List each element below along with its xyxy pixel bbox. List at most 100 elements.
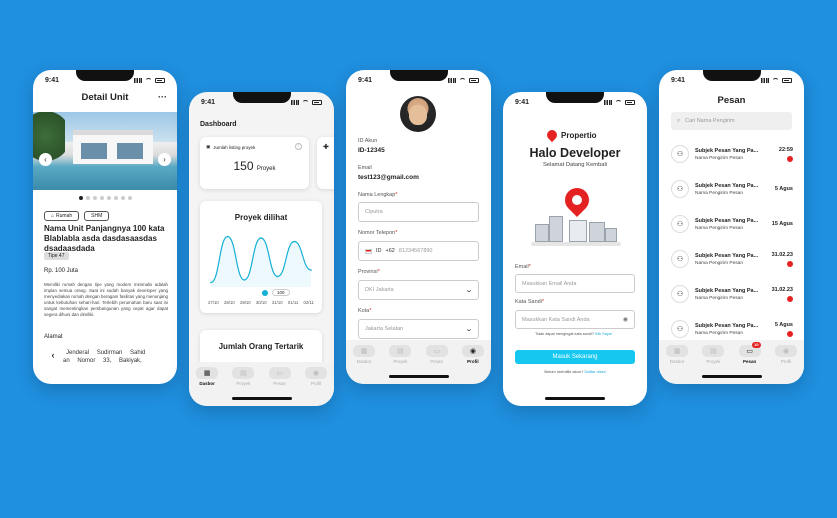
nav-pesan[interactable]: ▭ Pesan xyxy=(425,345,449,384)
message-subject: Subjek Pesan Yang Pa... xyxy=(695,252,759,259)
nav-profil[interactable]: ◉ Profil xyxy=(304,367,328,406)
battery-icon xyxy=(469,77,479,83)
wifi-icon xyxy=(302,99,309,105)
carousel-dot[interactable] xyxy=(127,196,132,200)
signal-icon xyxy=(761,77,769,83)
phone-detail-unit: 9:41 Detail Unit ··· ‹ › ⌂ Rumah SHM Nama… xyxy=(33,70,177,384)
phone-country[interactable]: ID xyxy=(376,248,382,254)
unit-price: Rp. 100 Juta xyxy=(44,268,79,274)
data-point xyxy=(210,281,212,284)
message-item[interactable]: ⚇ Subjek Pesan Yang Pa... Nama Pengirim Pe… xyxy=(671,282,793,306)
email-label: Email* xyxy=(515,264,531,270)
listing-card[interactable]: ▣ Jumlah listing proyek i 150 Proyek xyxy=(200,137,309,189)
message-item[interactable]: ⚇ Subjek Pesan Yang Pa... Nama Pengirim Pe… xyxy=(671,317,793,341)
forgot-link[interactable]: Klik Saya! xyxy=(595,332,612,336)
carousel-next-icon[interactable]: › xyxy=(158,153,171,166)
data-point xyxy=(243,279,246,281)
listing-value: 150 xyxy=(233,159,254,173)
brand-logo: Propertio xyxy=(544,127,597,143)
eye-icon[interactable]: ◉ xyxy=(623,316,628,323)
unread-badge: 10 xyxy=(752,342,761,348)
login-button[interactable]: Masuk Sekarang xyxy=(515,350,635,364)
email-value: test123@gmail.com xyxy=(358,174,419,181)
carousel-dot[interactable] xyxy=(92,196,97,200)
x-tick-label: 30/10 xyxy=(255,300,267,305)
phone-dashboard: 9:41 Dashboard ▣ Jumlah listing proyek i … xyxy=(189,92,334,406)
message-time: 31.02.23 xyxy=(771,286,793,293)
nav-pesan[interactable]: ▭ 10 Pesan xyxy=(738,342,762,384)
register-link[interactable]: Daftar disini xyxy=(584,369,605,374)
nav-profil[interactable]: ◉ Profil xyxy=(774,345,798,384)
message-subject: Subjek Pesan Yang Pa... xyxy=(695,147,759,154)
carousel-prev-icon[interactable]: ‹ xyxy=(39,153,52,166)
message-sender: Nama Pengirim Pesan xyxy=(695,190,743,196)
secondary-card[interactable]: ✚ xyxy=(317,137,334,189)
carousel-dot[interactable] xyxy=(99,196,104,200)
message-item[interactable]: ⚇ Subjek Pesan Yang Pa... Nama Pengirim Pe… xyxy=(671,142,793,166)
wifi-icon xyxy=(145,77,152,83)
password-label: Kata Sandi* xyxy=(515,299,545,305)
home-indicator xyxy=(388,375,449,378)
info-icon[interactable]: i xyxy=(295,143,302,150)
user-icon: ⚇ xyxy=(671,285,689,303)
province-select[interactable]: DKI Jakarta ⌄ xyxy=(358,280,479,300)
password-input[interactable]: Masukkan Kata Sandi Anda ◉ xyxy=(515,310,635,329)
carousel-dot[interactable] xyxy=(120,196,125,200)
nav-pesan[interactable]: ▭ Pesan xyxy=(268,367,292,406)
unit-type-badge: Tipe 47 xyxy=(44,252,69,260)
email-input[interactable]: Masukkan Email Anda xyxy=(515,274,635,293)
register-prompt: Belum memiliki akun? Daftar disini xyxy=(544,369,606,374)
message-item[interactable]: ⚇ Subjek Pesan Yang Pa... Nama Pengirim Pe… xyxy=(671,212,793,236)
building-icon: ▤ xyxy=(702,345,725,357)
message-item[interactable]: ⚇ Subjek Pesan Yang Pa... Nama Pengirim Pe… xyxy=(671,177,793,201)
nav-proyek[interactable]: ▤ Proyek xyxy=(388,345,412,384)
nav-dasbor[interactable]: ▦ Dasbor xyxy=(195,367,219,406)
highlight-marker xyxy=(262,289,268,296)
chevron-down-icon: ⌄ xyxy=(464,287,474,294)
puzzle-icon: ✚ xyxy=(323,144,329,151)
search-input[interactable]: ⌕ Cari Nama Pengirim xyxy=(671,112,792,130)
chat-icon: ▭ xyxy=(268,367,291,379)
back-icon[interactable]: ‹ xyxy=(43,348,63,362)
user-icon: ⚇ xyxy=(671,145,689,163)
message-subject: Subjek Pesan Yang Pa... xyxy=(695,182,759,189)
highlight-label: 100 xyxy=(272,289,290,296)
signal-icon xyxy=(448,77,456,83)
building-icon: ▤ xyxy=(232,367,255,379)
carousel-dot[interactable] xyxy=(78,196,83,200)
more-icon[interactable]: ··· xyxy=(158,92,167,102)
house-shape xyxy=(73,130,153,164)
signal-icon xyxy=(291,99,299,105)
unread-dot xyxy=(787,295,793,302)
nav-proyek[interactable]: ▤ Proyek xyxy=(701,345,725,384)
nav-profil[interactable]: ◉ Profil xyxy=(461,345,485,384)
name-field[interactable]: Ciputra xyxy=(358,202,479,222)
carousel-dot[interactable] xyxy=(106,196,111,200)
views-chart xyxy=(210,235,312,287)
nav-proyek[interactable]: ▤ Proyek xyxy=(231,367,255,406)
avatar[interactable] xyxy=(400,96,436,132)
phone-messages: 9:41 Pesan ⌕ Cari Nama Pengirim ⚇ Subjek P… xyxy=(659,70,804,384)
user-icon: ◉ xyxy=(461,345,484,357)
message-item[interactable]: ⚇ Subjek Pesan Yang Pa... Nama Pengirim Pe… xyxy=(671,247,793,271)
phone-field[interactable]: ID +62 81234567890 xyxy=(358,241,479,261)
account-id-label: ID Akun xyxy=(358,138,378,144)
dashboard-icon: ▦ xyxy=(666,345,689,357)
message-sender: Nama Pengirim Pesan xyxy=(695,225,743,231)
message-subject: Subjek Pesan Yang Pa... xyxy=(695,322,759,329)
user-icon: ⚇ xyxy=(671,215,689,233)
city-label: Kota* xyxy=(358,308,372,314)
name-label: Nama Lengkap* xyxy=(358,192,398,198)
unit-tags: ⌂ Rumah SHM xyxy=(44,211,110,221)
wifi-icon xyxy=(459,77,466,83)
flag-icon xyxy=(365,248,372,254)
city-select[interactable]: Jakarta Selatan ⌄ xyxy=(358,319,479,339)
nav-dasbor[interactable]: ▦ Dasbor xyxy=(352,345,376,384)
login-subheading: Selamat Datang Kembali xyxy=(542,162,608,168)
carousel-dot[interactable] xyxy=(85,196,90,200)
nav-dasbor[interactable]: ▦ Dasbor xyxy=(665,345,689,384)
dashboard-title: Dashboard xyxy=(200,121,237,128)
carousel-dot[interactable] xyxy=(113,196,118,200)
status-time: 9:41 xyxy=(358,76,373,84)
dashboard-icon: ▦ xyxy=(196,367,219,379)
